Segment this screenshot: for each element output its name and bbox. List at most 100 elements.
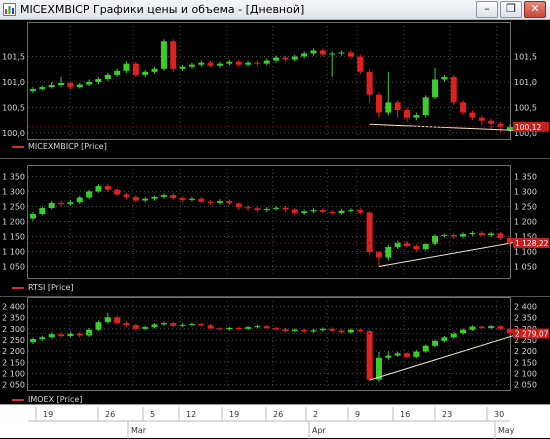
y-tick-label-left: 1 300 — [2, 188, 25, 197]
minimize-button[interactable]: – — [476, 1, 498, 18]
y-tick-label-right: 1 300 — [514, 188, 537, 197]
candle-body — [460, 234, 467, 237]
candle-body — [95, 322, 102, 330]
candle-body — [282, 329, 289, 332]
y-tick-label-right: 1 050 — [514, 263, 537, 272]
candle-body — [217, 63, 223, 66]
candle-body — [170, 41, 177, 69]
candle-body — [86, 329, 93, 336]
micex-chart[interactable]: 101,5 101,5101,0 101,0100,5 100,5100,0 100,0… — [0, 20, 550, 156]
candle-body — [207, 201, 214, 203]
candle-body — [347, 329, 354, 333]
candle-body — [207, 325, 214, 329]
date-axis[interactable]: 19 26 5 12 19 26 2 9 16 23 30 Mar Apr May — [0, 404, 550, 439]
candle-body — [39, 208, 46, 214]
candle-body — [123, 323, 130, 326]
candle-body — [198, 323, 205, 326]
y-tick-label-left: 2 250 — [2, 336, 25, 345]
candle-body — [478, 232, 485, 235]
candle-body — [291, 56, 298, 60]
imoex-chart[interactable]: 2 4002 4002 3502 3502 3002 3002 2502 250… — [0, 297, 550, 405]
candle-body — [235, 61, 242, 65]
date-axis-svg: 19 26 5 12 19 26 2 9 16 23 30 Mar Apr May — [28, 407, 515, 439]
candle-body — [235, 327, 242, 329]
date-day-label: 19 — [229, 410, 239, 419]
window-title: MICEXMBICP Графики цены и объема - [Днев… — [20, 3, 305, 16]
candle-body — [226, 201, 233, 204]
candle-body — [151, 324, 158, 328]
candle-body — [506, 328, 513, 334]
rtsi-chart[interactable]: 1 350 1 350 1 300 1 300 1 250 1 250 1 200 1 200… — [0, 159, 550, 297]
date-day-label: 23 — [442, 410, 452, 419]
candle-body — [413, 351, 420, 357]
candle-body — [245, 62, 252, 65]
candle-body — [132, 196, 139, 201]
y-tick-label-left: 2 300 — [2, 325, 25, 334]
candle-body — [95, 78, 102, 82]
y-tick-label-right: 1 350 — [514, 173, 537, 182]
candle-body — [357, 329, 364, 332]
candle-body — [245, 207, 252, 209]
candle-body — [114, 317, 121, 324]
candle-body — [488, 120, 495, 124]
y-tick-label-left: 100,0 — [2, 129, 25, 138]
y-tick-label-right: 1 100 — [514, 248, 537, 257]
last-price-label: 100,12 — [515, 123, 541, 132]
candle-body — [282, 57, 289, 60]
y-tick-label-right: 2 050 — [514, 381, 537, 390]
candle-body — [422, 244, 429, 250]
y-tick-label-left: 2 200 — [2, 347, 25, 356]
candle-body — [123, 194, 130, 197]
candle-body — [30, 89, 36, 92]
candle-body — [217, 201, 223, 203]
candle-body — [497, 326, 504, 329]
candle-body — [179, 66, 186, 69]
date-day-label: 12 — [186, 410, 196, 419]
candle-body — [58, 202, 65, 205]
candle-body — [488, 233, 495, 235]
candle-body — [460, 329, 467, 334]
candle-body — [39, 87, 46, 90]
candle-body — [319, 50, 326, 55]
legend-line-icon — [12, 286, 24, 289]
candle-body — [375, 94, 382, 113]
candle-body — [132, 63, 139, 75]
legend-line-icon — [12, 145, 24, 148]
candle-body — [48, 85, 55, 88]
candle-body — [404, 110, 410, 118]
candle-body — [151, 196, 158, 199]
y-tick-label-left: 100,5 — [2, 103, 25, 112]
date-day-label: 2 — [313, 410, 318, 419]
y-tick-label-left: 2 400 — [2, 303, 25, 312]
candle-body — [114, 70, 121, 75]
candle-body — [151, 68, 158, 72]
rtsi-legend: RTSI [Price] — [12, 283, 74, 292]
imoex-legend-label: IMOEX [Price] — [28, 395, 83, 404]
candle-body — [254, 326, 261, 328]
legend-line-icon — [12, 398, 24, 401]
candle-body — [30, 214, 36, 219]
candle-body — [142, 71, 149, 75]
candle-body — [338, 52, 345, 54]
candle-body — [394, 102, 401, 110]
candle-body — [104, 74, 111, 79]
candle-body — [366, 331, 373, 380]
candle-body — [366, 71, 373, 95]
candle-body — [160, 323, 167, 325]
close-button[interactable]: ✕ — [524, 1, 546, 18]
y-tick-label-left: 2 050 — [2, 381, 25, 390]
date-month-label: May — [498, 426, 515, 435]
candle-body — [282, 207, 289, 210]
candle-body — [422, 97, 429, 116]
candle-body — [329, 53, 336, 55]
candle-body — [67, 83, 74, 88]
restore-button[interactable]: ❐ — [500, 1, 522, 18]
date-day-label: 19 — [43, 410, 53, 419]
y-tick-label-right: 101,0 — [514, 78, 537, 87]
candle-body — [179, 324, 186, 326]
candle-body — [291, 209, 298, 214]
candle-body — [301, 53, 308, 57]
candle-body — [310, 50, 317, 54]
candle-body — [104, 317, 111, 323]
candle-body — [469, 112, 476, 118]
